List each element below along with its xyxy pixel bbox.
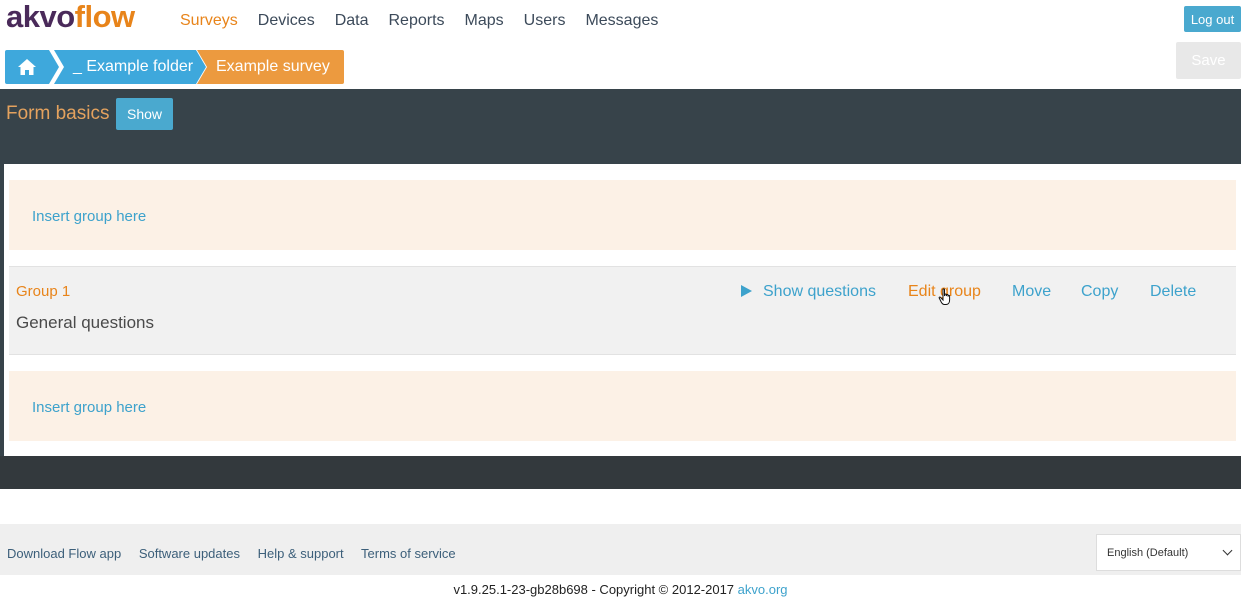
- home-icon: [18, 59, 36, 75]
- question-group: Group 1 General questions Show questions…: [9, 266, 1236, 355]
- nav-users[interactable]: Users: [524, 11, 566, 31]
- save-button[interactable]: Save: [1176, 42, 1241, 79]
- show-questions-label: Show questions: [763, 283, 876, 300]
- group-description: General questions: [16, 313, 154, 332]
- insert-group-link[interactable]: Insert group here: [32, 399, 146, 416]
- footer-link-updates[interactable]: Software updates: [139, 546, 240, 561]
- group-title: Group 1: [16, 283, 71, 300]
- form-basics-show-button[interactable]: Show: [116, 98, 173, 130]
- insert-group-top[interactable]: Insert group here: [9, 180, 1236, 250]
- nav-messages[interactable]: Messages: [585, 11, 658, 31]
- footer-link-download[interactable]: Download Flow app: [7, 546, 121, 561]
- show-questions-button[interactable]: Show questions: [741, 283, 876, 301]
- language-selected-value: English (Default): [1107, 546, 1189, 559]
- breadcrumb-survey[interactable]: Example survey: [197, 50, 344, 84]
- breadcrumb-folder[interactable]: _ Example folder: [54, 50, 206, 84]
- panel-bottom-band: [0, 456, 1241, 489]
- play-icon: [741, 285, 752, 297]
- move-group-button[interactable]: Move: [1012, 283, 1051, 301]
- language-select[interactable]: English (Default): [1096, 534, 1241, 571]
- akvoflow-logo[interactable]: akvoflow: [6, 0, 135, 34]
- footer: Download Flow app Software updates Help …: [0, 524, 1241, 575]
- insert-group-link[interactable]: Insert group here: [32, 208, 146, 225]
- hand-cursor-icon: [938, 288, 951, 305]
- footer-links: Download Flow app Software updates Help …: [7, 546, 470, 561]
- main-nav: Surveys Devices Data Reports Maps Users …: [180, 11, 678, 31]
- delete-group-button[interactable]: Delete: [1150, 283, 1196, 301]
- form-basics-title: Form basics: [6, 103, 110, 124]
- nav-surveys[interactable]: Surveys: [180, 11, 238, 31]
- footer-link-help[interactable]: Help & support: [258, 546, 344, 561]
- insert-group-bottom[interactable]: Insert group here: [9, 371, 1236, 441]
- footer-link-terms[interactable]: Terms of service: [361, 546, 456, 561]
- logo-text-flow: flow: [74, 0, 136, 34]
- nav-maps[interactable]: Maps: [465, 11, 504, 31]
- nav-reports[interactable]: Reports: [389, 11, 445, 31]
- nav-data[interactable]: Data: [335, 11, 369, 31]
- logout-button[interactable]: Log out: [1184, 6, 1241, 32]
- copy-group-button[interactable]: Copy: [1081, 283, 1118, 301]
- nav-devices[interactable]: Devices: [258, 11, 315, 31]
- logo-text-akvo: akvo: [6, 0, 75, 34]
- breadcrumb-home[interactable]: [5, 50, 59, 84]
- chevron-down-icon: [1222, 545, 1233, 556]
